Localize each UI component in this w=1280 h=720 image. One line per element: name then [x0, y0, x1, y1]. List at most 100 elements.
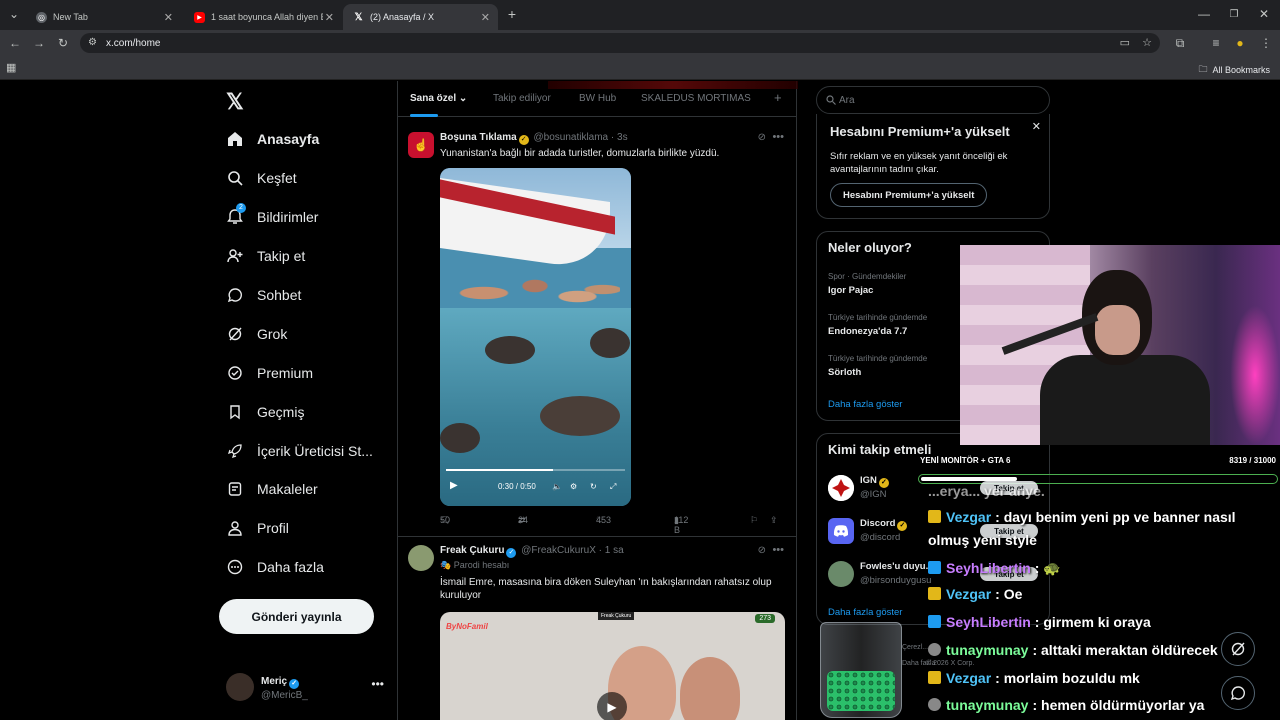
browser-tab-youtube[interactable]: ▶ 1 saat boyunca Allah diyen Bim ✕ [184, 4, 342, 30]
volume-icon[interactable]: 🔈 [552, 482, 562, 491]
trend-category: Türkiye tarihinde gündemde [828, 354, 928, 363]
article-icon [226, 480, 244, 498]
nav-creator-studio[interactable]: İçerik Üreticisi St... [226, 436, 373, 466]
verified-badge-icon: ✓ [289, 679, 300, 689]
more-dots-icon[interactable]: ••• [772, 544, 784, 556]
search-input[interactable]: Ara [816, 86, 1050, 114]
more-dots-icon[interactable]: ••• [772, 131, 784, 143]
chat-username: SeyhLibertin [946, 614, 1031, 630]
tweet-time[interactable]: · 1 sa [599, 545, 624, 556]
author-name[interactable]: Freak Çukuru [440, 545, 504, 556]
tweet[interactable]: Freak Çukuru ✓ @FreakCukuruX · 1 sa ⊘ •••… [398, 537, 796, 720]
avatar[interactable] [828, 561, 854, 587]
tweet-video[interactable]: ▶ 0:30 / 0:50 🔈 ⚙ ↻ ⤢ [440, 168, 631, 506]
premium-upgrade-button[interactable]: Hesabını Premium+'a yükselt [830, 183, 988, 207]
avatar[interactable] [828, 475, 854, 501]
grok-icon[interactable]: ⊘ [758, 132, 766, 143]
x-logo-icon[interactable]: 𝕏 [226, 89, 244, 115]
reading-list-icon[interactable]: ≡ [1206, 30, 1226, 56]
address-bar[interactable]: ⚙ x.com/home ▭ ☆ [80, 33, 1160, 53]
reload-icon[interactable]: ↻ [53, 30, 73, 56]
tab-bw-hub[interactable]: BW Hub [579, 93, 616, 104]
nav-grok[interactable]: Grok [226, 319, 287, 349]
play-icon[interactable]: ▶ [597, 692, 627, 720]
nav-profile[interactable]: Profil [226, 513, 289, 543]
nav-follow[interactable]: Takip et [226, 241, 305, 271]
tweet[interactable]: ☝ Boşuna Tıklama ✓ @bosunatiklama · 3s ⊘ … [398, 122, 796, 537]
nav-premium[interactable]: Premium [226, 358, 313, 388]
apps-grid-icon[interactable]: ▦ [6, 61, 16, 74]
extensions-icon[interactable]: ⧉ [1170, 30, 1190, 56]
wtf-name: IGN [860, 475, 877, 486]
close-tab-icon[interactable]: ✕ [481, 11, 490, 24]
author-handle[interactable]: @FreakCukuruX [521, 545, 596, 556]
chat-text: : girmem ki oraya [1034, 614, 1151, 630]
tweet-video[interactable]: ByNoFamil Freak Çukuru 273 ▶ [440, 612, 785, 720]
tab-search-icon[interactable]: ⌄ [4, 2, 24, 26]
tab-skaledus[interactable]: SKALEDUS MORTIMAS [641, 93, 751, 104]
account-switcher[interactable]: Meriç ✓ @MericB_ ••• [226, 673, 386, 707]
new-tab-icon[interactable]: + [502, 2, 522, 26]
grok-fab-button[interactable] [1221, 632, 1255, 666]
browser-tab-x[interactable]: 𝕏 (2) Anasayfa / X ✕ [343, 4, 498, 30]
more-dots-icon[interactable]: ••• [371, 677, 384, 691]
crown-badge-icon [928, 671, 941, 684]
trends-show-more-link[interactable]: Daha fazla göster [828, 399, 902, 410]
fullscreen-icon[interactable]: ⤢ [610, 482, 616, 492]
loop-icon[interactable]: ↻ [590, 482, 597, 491]
all-bookmarks[interactable]: 🗀 All Bookmarks [1198, 62, 1270, 78]
close-tab-icon[interactable]: ✕ [164, 11, 173, 24]
minimize-icon[interactable]: — [1194, 2, 1214, 26]
settings-icon[interactable]: ⚙ [570, 482, 577, 491]
close-tab-icon[interactable]: ✕ [325, 11, 334, 24]
trend-item[interactable]: Igor Pajac [828, 285, 873, 296]
nav-more[interactable]: Daha fazla [226, 552, 324, 582]
avatar[interactable] [828, 518, 854, 544]
window-close-icon[interactable]: ✕ [1254, 2, 1274, 26]
bookmark-star-icon[interactable]: ☆ [1142, 36, 1152, 49]
forward-icon[interactable]: → [29, 30, 49, 56]
grok-icon[interactable]: ⊘ [758, 545, 766, 556]
restore-icon[interactable]: ❐ [1224, 2, 1244, 26]
tab-for-you[interactable]: Sana özel ⌄ [410, 93, 467, 104]
messages-fab-button[interactable] [1221, 676, 1255, 710]
browser-tab-new[interactable]: ◎ New Tab ✕ [26, 4, 181, 30]
nav-explore[interactable]: Keşfet [226, 163, 297, 193]
nav-articles[interactable]: Makaleler [226, 474, 318, 504]
bell-icon: 2 [226, 203, 246, 226]
profile-avatar-icon[interactable]: ● [1230, 30, 1250, 56]
chat-text: olmuş yeni style [928, 532, 1037, 548]
tweet-text: Yunanistan'a bağlı bir adada turistler, … [440, 148, 720, 159]
avatar[interactable]: ☝ [408, 132, 434, 158]
video-people [450, 258, 620, 328]
folder-icon: 🗀 [1198, 64, 1208, 74]
nav-home[interactable]: Anasayfa [226, 124, 319, 154]
wtf-show-more-link[interactable]: Daha fazla göster [828, 607, 902, 618]
back-icon[interactable]: ← [5, 30, 25, 56]
avatar [226, 673, 254, 701]
chat-text: : 🐢 [1034, 560, 1061, 576]
browser-menu-icon[interactable]: ⋮ [1256, 30, 1276, 56]
author-name[interactable]: Boşuna Tıklama [440, 132, 517, 143]
tweet-header: Freak Çukuru ✓ @FreakCukuruX · 1 sa [440, 545, 624, 558]
chat-message: olmuş yeni style [928, 532, 1037, 548]
play-icon[interactable]: ▶ [450, 480, 458, 491]
tweet-time[interactable]: · 3s [611, 132, 628, 143]
add-tab-icon[interactable]: + [774, 90, 782, 105]
site-info-icon[interactable]: ⚙ [88, 37, 97, 48]
nav-notifications[interactable]: 2 Bildirimler [226, 202, 318, 232]
author-handle[interactable]: @bosunatiklama [533, 132, 608, 143]
nav-label: Anasayfa [257, 131, 320, 147]
trend-item[interactable]: Endonezya'da 7.7 [828, 326, 907, 337]
gem-badge-icon [928, 643, 941, 656]
video-progress-bar[interactable] [446, 469, 625, 471]
post-button[interactable]: Gönderi yayınla [219, 599, 374, 634]
grok-icon [1231, 642, 1245, 656]
trend-item[interactable]: Sörloth [828, 367, 861, 378]
cast-icon[interactable]: ▭ [1120, 36, 1130, 49]
close-icon[interactable]: ✕ [1032, 120, 1041, 133]
avatar[interactable] [408, 545, 434, 571]
nav-bookmarks[interactable]: Geçmiş [226, 397, 304, 427]
tab-following[interactable]: Takip ediliyor [493, 93, 551, 104]
nav-chat[interactable]: Sohbet [226, 280, 301, 310]
